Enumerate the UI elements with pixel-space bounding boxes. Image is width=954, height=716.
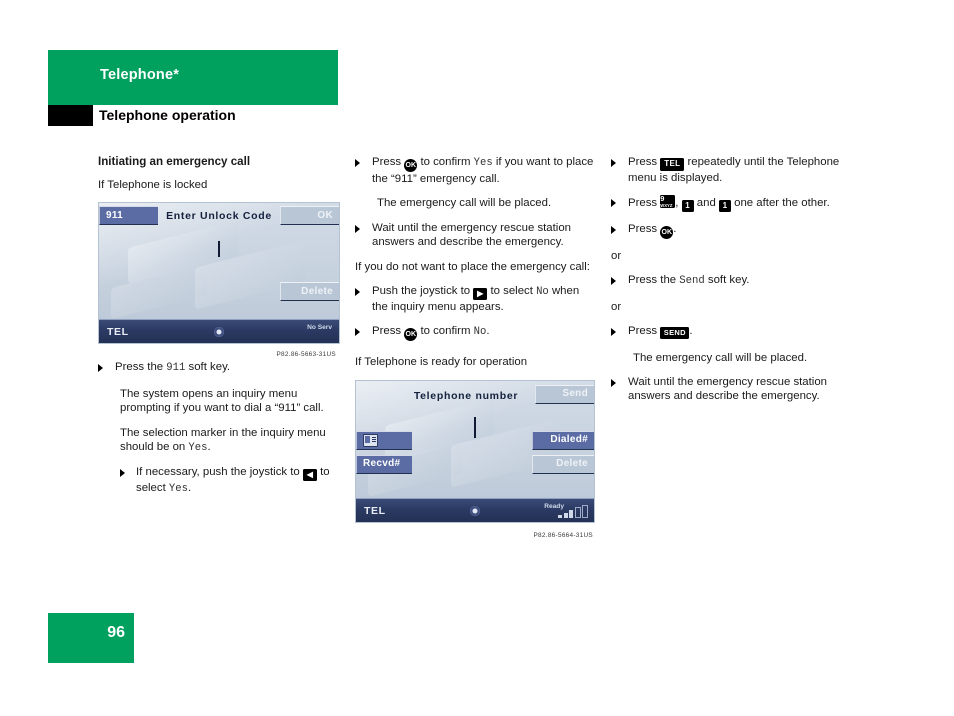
- lcd-screen-unlock: 911 Enter Unlock Code OK Delete TEL No S…: [98, 202, 340, 345]
- step-text: Press OK to confirm No.: [372, 324, 595, 342]
- figure-caption-2: P82.86-5664-31US: [533, 531, 593, 539]
- step-text: Press the 911 soft key.: [115, 361, 231, 375]
- lcd-title-unlock: Enter Unlock Code: [166, 210, 272, 223]
- text-cursor: [474, 416, 476, 438]
- softkey-received-numbers[interactable]: Recvd#: [356, 454, 412, 474]
- status-tel-label: TEL: [107, 326, 129, 339]
- send-key-icon: SEND: [660, 326, 690, 340]
- bullet-triangle-icon: [355, 324, 372, 341]
- bullet-triangle-icon: [611, 375, 628, 404]
- col3-note-1: The emergency call will be placed.: [633, 351, 808, 364]
- col3-or-1: or: [611, 249, 622, 262]
- value-yes: Yes: [473, 157, 493, 169]
- status-tel-label: TEL: [364, 504, 386, 517]
- number-key-1-icon: 1: [718, 199, 731, 212]
- phonebook-icon: [363, 433, 378, 447]
- col3-or-2: or: [611, 300, 622, 313]
- softkey-delete[interactable]: Delete: [532, 454, 594, 474]
- lcd-status-bar: TEL Ready: [356, 497, 594, 522]
- step-text: Press the Send soft key.: [628, 274, 750, 288]
- instruction-step: Push the joystick to ▶ to select No when…: [355, 284, 595, 314]
- bullet-triangle-icon: [98, 360, 115, 376]
- bullet-triangle-icon: [611, 222, 628, 239]
- value-yes: Yes: [188, 442, 208, 455]
- figure-caption-1: P82.86-5663-31US: [276, 351, 336, 359]
- softkey-ok[interactable]: OK: [280, 206, 339, 226]
- manual-page: Telephone* Telephone operation 96 Initia…: [0, 0, 954, 716]
- instruction-step: Wait until the emergency rescue station …: [611, 375, 854, 404]
- step-text: Wait until the emergency rescue station …: [372, 221, 572, 249]
- step-text: Press OK to confirm Yes if you want to p…: [372, 156, 594, 185]
- number-key-9-icon: 9 WXYZ: [660, 194, 676, 208]
- chapter-title: Telephone*: [100, 67, 180, 83]
- bullet-triangle-icon: [355, 155, 372, 186]
- joystick-indicator-icon: [214, 327, 224, 338]
- step-text: Push the joystick to ▶ to select No when…: [372, 285, 580, 314]
- status-service-label: No Serv: [307, 324, 332, 332]
- page-number: 96: [107, 624, 125, 641]
- column-one: Initiating an emergency call If Telephon…: [98, 155, 340, 507]
- value-yes: Yes: [168, 483, 188, 496]
- step-text: Wait until the emergency rescue station …: [628, 375, 828, 403]
- ok-button-icon: OK: [404, 328, 418, 342]
- bullet-triangle-icon: [611, 155, 628, 185]
- instruction-step: Press SEND.: [611, 324, 854, 340]
- section-title: Telephone operation: [99, 107, 236, 123]
- substep-text: If necessary, push the joystick to ◀ to …: [136, 466, 330, 496]
- step-text: Press OK.: [628, 222, 854, 239]
- instruction-step: Press OK.: [611, 222, 854, 239]
- col2-lead-2: If you do not want to place the emergenc…: [355, 260, 590, 273]
- step-text: Press TEL repeatedly until the Telephone…: [628, 156, 840, 184]
- value-no: No: [536, 286, 549, 299]
- col2-note-1: The emergency call will be placed.: [377, 197, 552, 210]
- signal-strength-icon: [558, 504, 588, 518]
- section-marker-bar: [48, 105, 93, 126]
- softkey-dialed-numbers[interactable]: Dialed#: [532, 430, 594, 450]
- bullet-triangle-icon: [611, 195, 628, 212]
- softkey-send[interactable]: Send: [535, 384, 594, 404]
- instruction-step: Press TEL repeatedly until the Telephone…: [611, 155, 854, 185]
- bullet-triangle-icon: [355, 221, 372, 250]
- joystick-indicator-icon: [470, 505, 480, 516]
- softkey-delete[interactable]: Delete: [280, 282, 339, 302]
- softkey-ref: 911: [166, 362, 186, 375]
- joystick-left-key-icon: ◀: [302, 469, 317, 482]
- step-text: Press 9 WXYZ, 1 and 1 one after the other…: [628, 193, 830, 212]
- tel-key-icon: TEL: [660, 157, 685, 171]
- softkey-ref-send: Send: [679, 275, 705, 288]
- text-cursor: [218, 241, 220, 258]
- instruction-step: Press the Send soft key.: [611, 273, 854, 289]
- col2-lead-3: If Telephone is ready for operation: [355, 356, 528, 369]
- step-text: Press SEND.: [628, 325, 693, 340]
- instruction-step: Press the 911 soft key.: [98, 360, 338, 376]
- instruction-step: Press OK to confirm No.: [355, 324, 595, 342]
- lcd-screen-telephone-number: Telephone number Send Dialed# Recvd# Del…: [355, 379, 595, 523]
- bullet-triangle-icon: [611, 324, 628, 340]
- instruction-substep: If necessary, push the joystick to ◀ to …: [120, 465, 338, 496]
- chapter-header-band: Telephone*: [48, 50, 338, 105]
- instruction-step: Press OK to confirm Yes if you want to p…: [355, 155, 595, 186]
- page-number-band: 96: [48, 613, 134, 663]
- bullet-triangle-icon: [120, 465, 136, 496]
- lcd-title-telephone-number: Telephone number: [413, 389, 519, 402]
- number-key-1-icon: 1: [681, 199, 694, 212]
- ok-button-icon: OK: [660, 225, 674, 239]
- col1-para-1: The system opens an inquiry menu prompti…: [120, 387, 324, 415]
- value-no: No: [473, 326, 487, 339]
- col1-lead: If Telephone is locked: [98, 179, 208, 191]
- joystick-right-key-icon: ▶: [473, 288, 488, 301]
- col1-para-2: The selection marker in the inquiry menu…: [120, 426, 326, 455]
- instruction-step: Press 9 WXYZ, 1 and 1 one after the other…: [611, 193, 854, 212]
- column-three: Press TEL repeatedly until the Telephone…: [611, 155, 854, 414]
- softkey-phonebook[interactable]: [356, 430, 412, 450]
- ok-button-icon: OK: [404, 159, 418, 172]
- col1-heading: Initiating an emergency call: [98, 155, 251, 168]
- instruction-step: Wait until the emergency rescue station …: [355, 221, 595, 250]
- column-two: Press OK to confirm Yes if you want to p…: [355, 155, 595, 541]
- bullet-triangle-icon: [355, 284, 372, 314]
- lcd-status-bar: TEL No Serv: [99, 319, 339, 344]
- bullet-triangle-icon: [611, 273, 628, 289]
